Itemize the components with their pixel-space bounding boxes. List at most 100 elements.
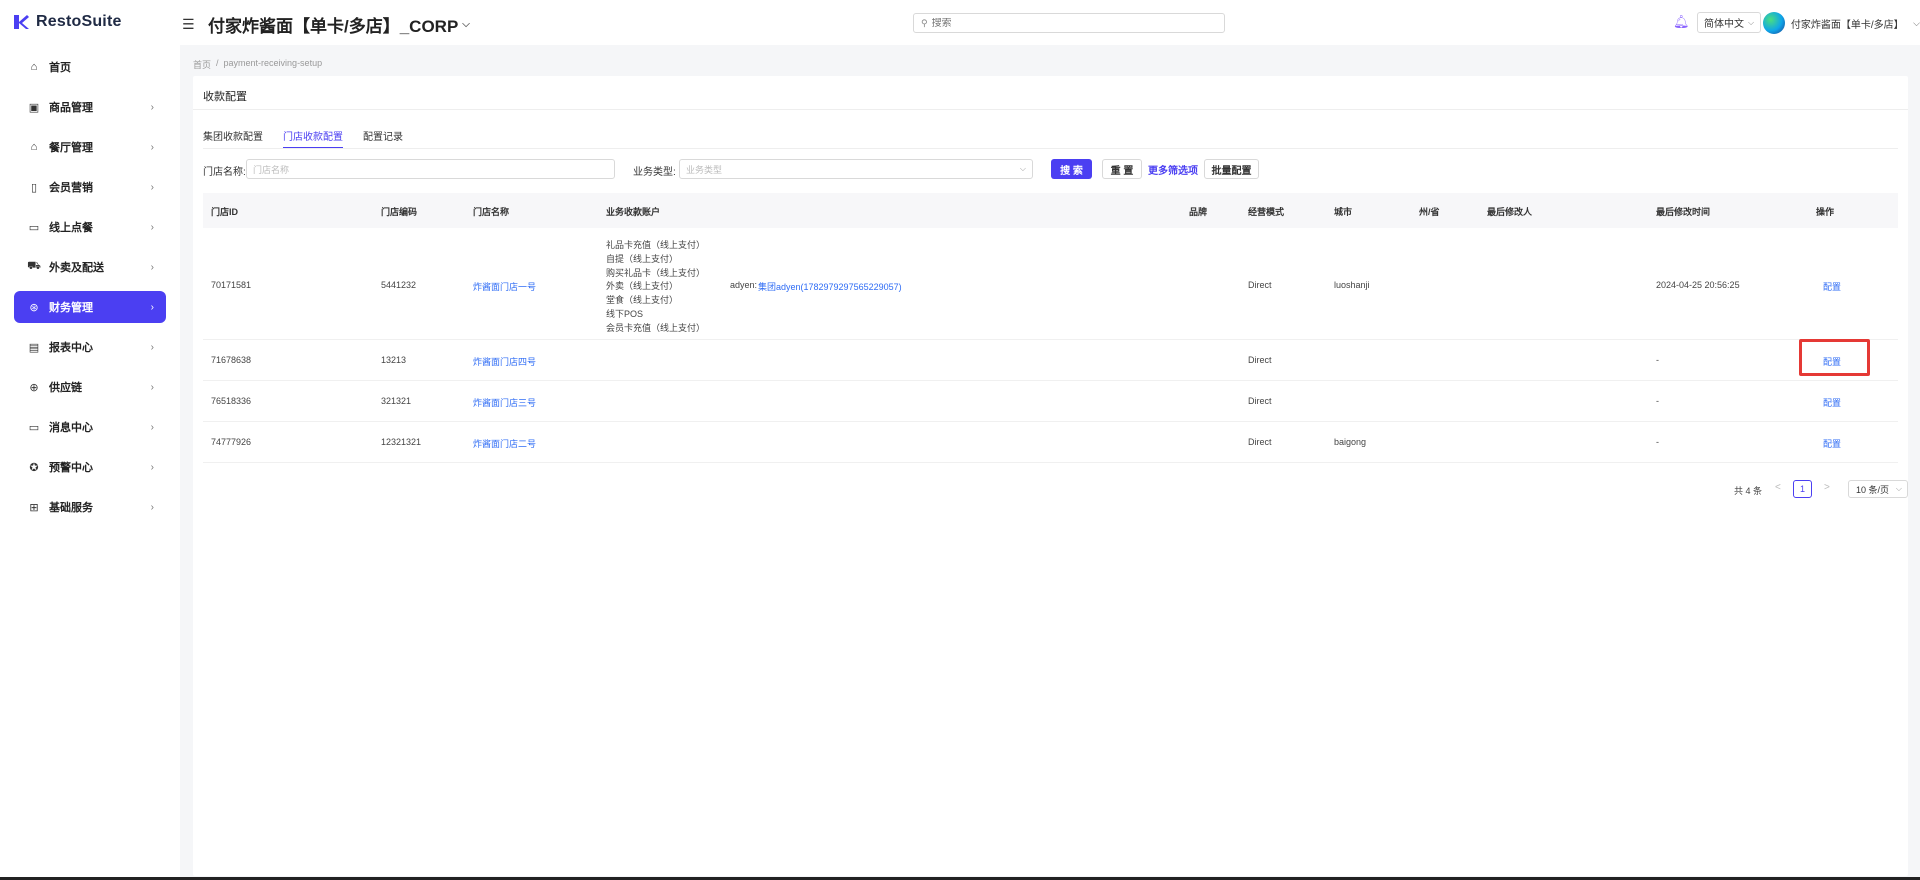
account-type: 线下POS: [606, 308, 644, 319]
reset-button[interactable]: 重 置: [1102, 159, 1142, 179]
menu-collapse-icon[interactable]: ☰: [182, 16, 195, 33]
search-button[interactable]: 搜 索: [1051, 159, 1092, 179]
sidebar: ⌂ 首页 ▣ 商品管理 › ⌂ 餐厅管理 › ▯ 会员营销 › ▭ 线上点餐 › ⛟ 外卖及配送 › ⊛ 财务管理 ›…: [0, 45, 180, 880]
table-row: 76518336 321321 炸酱面门店三号 Direct - 配置: [203, 381, 1898, 422]
col-store-name: 门店名称: [473, 207, 510, 217]
global-search[interactable]: ⚲: [913, 13, 1225, 33]
sidebar-item-label: 餐厅管理: [49, 142, 93, 154]
account-type-list: 礼品卡充值（线上支付） 自提（线上支付） 购买礼品卡（线上支付） 外卖（线上支付…: [606, 239, 705, 336]
sidebar-item-4[interactable]: ▯ 会员营销 ›: [14, 171, 166, 203]
sidebar-item-8[interactable]: ▤ 报表中心 ›: [14, 331, 166, 363]
sidebar-item-2[interactable]: ▣ 商品管理 ›: [14, 91, 166, 123]
col-city: 城市: [1334, 207, 1353, 217]
language-label: 简体中文: [1704, 19, 1744, 30]
store-id: 71678638: [211, 355, 252, 365]
prev-page-icon[interactable]: <: [1775, 482, 1781, 493]
account-type: 外卖（线上支付）: [606, 281, 679, 292]
logo[interactable]: RestoSuite: [12, 13, 122, 31]
store-name-link[interactable]: 炸酱面门店四号: [473, 355, 536, 368]
breadcrumb-home[interactable]: 首页: [193, 58, 211, 71]
sidebar-item-7[interactable]: ⊛ 财务管理 ›: [14, 291, 166, 323]
chevron-down-icon: ⌵: [1913, 17, 1920, 28]
delivery-icon: ⛟: [27, 260, 41, 272]
sidebar-item-label: 会员营销: [49, 182, 93, 194]
chevron-right-icon: ›: [150, 181, 154, 193]
page-size-select[interactable]: 10 条/页 ⌵: [1848, 480, 1908, 498]
highlight-box: [1799, 339, 1870, 376]
next-page-icon[interactable]: >: [1824, 482, 1830, 493]
restosuite-logo-icon: [14, 15, 29, 29]
sidebar-item-11[interactable]: ✪ 预警中心 ›: [14, 451, 166, 483]
sidebar-item-label: 财务管理: [49, 302, 93, 314]
store-name-link[interactable]: 炸酱面门店一号: [473, 280, 536, 293]
sidebar-item-5[interactable]: ▭ 线上点餐 ›: [14, 211, 166, 243]
col-action: 操作: [1816, 207, 1835, 217]
chevron-right-icon: ›: [150, 261, 154, 273]
chevron-right-icon: ›: [150, 101, 154, 113]
divider: [193, 109, 1908, 110]
chevron-right-icon: ›: [150, 461, 154, 473]
sidebar-item-10[interactable]: ▭ 消息中心 ›: [14, 411, 166, 443]
col-brand: 品牌: [1189, 207, 1208, 217]
page-title: 收款配置: [203, 91, 247, 103]
org-switcher[interactable]: 付家炸酱面【单卡/多店】_CORP ⌵: [208, 12, 470, 37]
table-row: 74777926 12321321 炸酱面门店二号 Direct baigong…: [203, 422, 1898, 463]
member-icon: ▯: [30, 181, 38, 194]
breadcrumb-separator: /: [216, 58, 219, 68]
account-type: 堂食（线上支付）: [606, 295, 679, 306]
sidebar-item-1[interactable]: ⌂ 首页: [14, 51, 166, 83]
batch-config-button[interactable]: 批量配置: [1204, 159, 1259, 179]
sidebar-item-label: 首页: [49, 62, 71, 74]
config-button[interactable]: 配置: [1823, 437, 1841, 450]
sidebar-item-6[interactable]: ⛟ 外卖及配送 ›: [14, 251, 166, 283]
language-select[interactable]: 简体中文 ⌵: [1697, 12, 1762, 33]
modified-time: -: [1656, 437, 1659, 447]
online-order-icon: ▭: [28, 221, 40, 234]
product-icon: ▣: [28, 101, 40, 114]
col-modified-time: 最后修改时间: [1656, 207, 1711, 217]
finance-icon: ⊛: [29, 301, 39, 314]
config-button[interactable]: 配置: [1823, 280, 1841, 293]
logo-text: RestoSuite: [36, 13, 122, 30]
business-mode: Direct: [1248, 437, 1272, 447]
chevron-right-icon: ›: [150, 421, 154, 433]
biz-type-placeholder: 业务类型: [686, 164, 723, 175]
config-button[interactable]: 配置: [1823, 396, 1841, 409]
pagination-total: 共 4 条: [1734, 486, 1763, 496]
sidebar-item-label: 基础服务: [49, 502, 93, 514]
chevron-down-icon: ⌵: [1748, 17, 1755, 27]
breadcrumb: 首页 / payment-receiving-setup: [193, 58, 322, 71]
chevron-right-icon: ›: [150, 141, 154, 153]
more-filters-link[interactable]: 更多筛选项: [1148, 159, 1198, 179]
biz-type-select[interactable]: 业务类型 ⌵: [679, 159, 1033, 179]
biz-type-label: 业务类型:: [633, 167, 676, 178]
chevron-right-icon: ›: [150, 381, 154, 393]
store-id: 76518336: [211, 396, 252, 406]
business-mode: Direct: [1248, 396, 1272, 406]
page-1-button[interactable]: 1: [1793, 480, 1812, 498]
store-name-input[interactable]: 门店名称: [246, 159, 615, 179]
user-menu[interactable]: 付家炸酱面【单卡/多店】 ⌵: [1763, 12, 1920, 34]
chevron-down-icon: ⌵: [1895, 484, 1902, 493]
chevron-right-icon: ›: [150, 221, 154, 233]
tab-config-records[interactable]: 配置记录: [363, 128, 403, 149]
sidebar-item-label: 线上点餐: [49, 222, 93, 234]
store-name-link[interactable]: 炸酱面门店三号: [473, 396, 536, 409]
sidebar-item-9[interactable]: ⊕ 供应链 ›: [14, 371, 166, 403]
account-link[interactable]: 集团adyen(1782979297565229057): [758, 280, 902, 293]
store-code: 12321321: [381, 437, 422, 447]
bell-icon[interactable]: 🔔︎: [1673, 14, 1690, 30]
col-accounts: 业务收款账户: [606, 207, 661, 217]
store-name-link[interactable]: 炸酱面门店二号: [473, 437, 536, 450]
table-row: 71678638 13213 炸酱面门店四号 Direct - 配置: [203, 339, 1898, 381]
sidebar-item-3[interactable]: ⌂ 餐厅管理 ›: [14, 131, 166, 163]
tab-group-payment-config[interactable]: 集团收款配置: [203, 128, 263, 149]
sidebar-item-12[interactable]: ⊞ 基础服务 ›: [14, 491, 166, 523]
search-input[interactable]: [931, 17, 1212, 29]
modified-time: -: [1656, 396, 1659, 406]
tabs: 集团收款配置 门店收款配置 配置记录: [203, 128, 403, 149]
tab-store-payment-config[interactable]: 门店收款配置: [283, 128, 343, 149]
col-store-code: 门店编码: [381, 207, 418, 217]
account-prefix: adyen:: [730, 280, 758, 290]
sidebar-item-label: 报表中心: [49, 342, 93, 354]
